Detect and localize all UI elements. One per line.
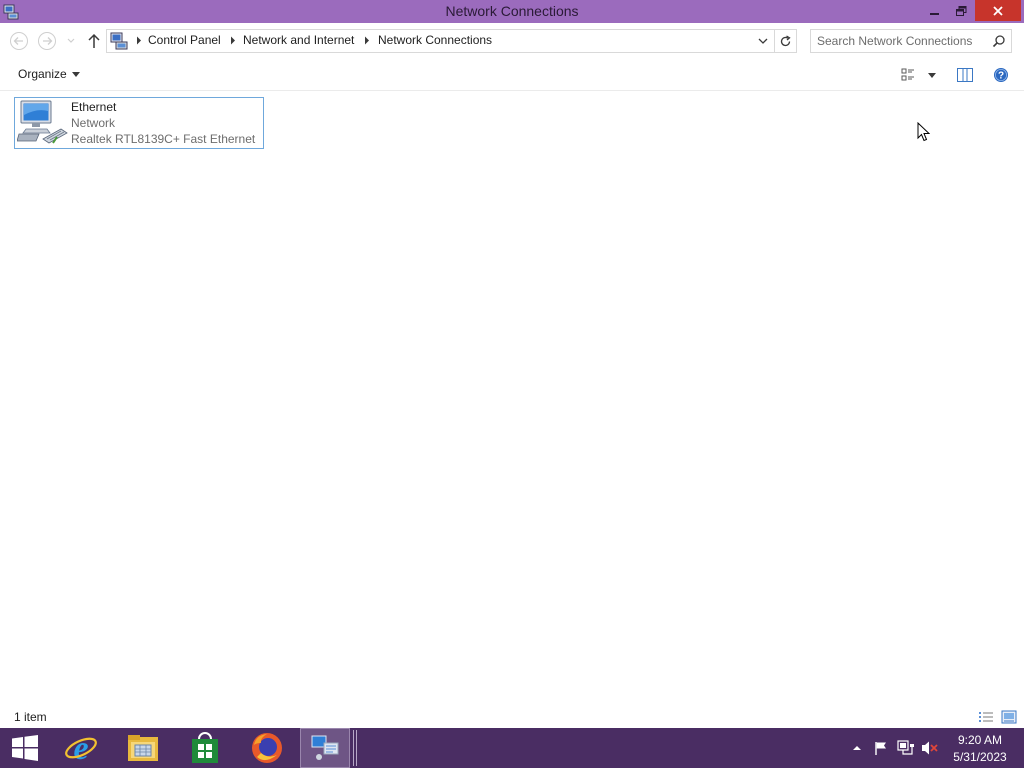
taskbar-network-connections[interactable] <box>300 728 350 768</box>
item-status: Network <box>71 116 116 130</box>
taskbar: e 9:20 AM 5/31/2023 <box>0 728 1024 768</box>
taskbar-internet-explorer[interactable]: e <box>57 728 105 768</box>
store-icon <box>192 732 218 763</box>
forward-arrow-icon <box>38 32 56 50</box>
taskbar-grip-icon <box>353 730 357 766</box>
network-connections-icon <box>311 735 339 760</box>
address-bar[interactable]: Control Panel Network and Internet Netwo… <box>106 29 775 53</box>
organize-label: Organize <box>18 67 67 81</box>
help-icon: ? <box>994 68 1008 82</box>
svg-text:?: ? <box>998 71 1004 82</box>
chevron-right-icon[interactable] <box>230 36 236 45</box>
close-button[interactable] <box>975 0 1021 21</box>
breadcrumb-network-connections[interactable]: Network Connections <box>378 33 492 47</box>
chevron-down-icon[interactable] <box>757 35 769 47</box>
organize-button[interactable]: Organize <box>12 64 86 84</box>
recent-locations-button[interactable] <box>65 31 77 51</box>
clock-time[interactable]: 9:20 AM <box>940 733 1020 747</box>
preview-pane-button[interactable] <box>955 65 975 85</box>
command-bar: Organize ? <box>0 59 1024 91</box>
refresh-icon <box>780 34 791 46</box>
network-connections-icon <box>110 32 128 50</box>
clock-date[interactable]: 5/31/2023 <box>940 750 1020 764</box>
forward-button[interactable] <box>37 31 57 51</box>
up-button[interactable] <box>85 31 103 51</box>
close-icon <box>993 5 1003 16</box>
internet-explorer-icon: e <box>65 731 97 765</box>
volume-muted-icon[interactable] <box>921 740 939 756</box>
chevron-right-icon[interactable] <box>136 36 142 45</box>
help-button[interactable]: ? <box>991 65 1011 85</box>
mouse-cursor-icon <box>917 122 930 142</box>
search-box[interactable] <box>810 29 1012 53</box>
start-button[interactable] <box>0 728 50 768</box>
file-list[interactable]: Ethernet Network Realtek RTL8139C+ Fast … <box>0 91 1024 705</box>
svg-text:e: e <box>73 731 88 765</box>
details-view-icon[interactable] <box>978 710 994 724</box>
refresh-button[interactable] <box>774 29 797 53</box>
ethernet-adapter-icon <box>17 100 68 144</box>
search-icon[interactable] <box>992 34 1006 48</box>
chevron-right-icon[interactable] <box>364 36 370 45</box>
title-bar[interactable]: Network Connections <box>0 0 1024 23</box>
back-button[interactable] <box>9 31 29 51</box>
status-bar: 1 item <box>0 706 1024 728</box>
search-input[interactable] <box>817 33 982 49</box>
breadcrumb-network-and-internet[interactable]: Network and Internet <box>243 33 354 47</box>
taskbar-file-explorer[interactable] <box>119 728 167 768</box>
network-icon[interactable] <box>897 740 915 756</box>
minimize-icon <box>929 12 939 15</box>
taskbar-store[interactable] <box>181 728 229 768</box>
chevron-down-icon <box>67 38 75 43</box>
large-icons-view-icon[interactable] <box>1001 709 1017 725</box>
chevron-down-icon <box>928 72 936 78</box>
up-arrow-icon <box>88 33 100 48</box>
preview-pane-icon <box>957 68 973 82</box>
item-device: Realtek RTL8139C+ Fast Ethernet ... <box>71 132 259 146</box>
window-title: Network Connections <box>445 3 579 19</box>
change-view-icon <box>901 68 914 81</box>
firefox-icon <box>252 733 282 763</box>
restore-icon <box>956 5 967 16</box>
item-count: 1 item <box>14 710 47 724</box>
change-view-button[interactable] <box>900 65 940 85</box>
minimize-button[interactable] <box>921 0 948 21</box>
windows-logo-icon <box>12 735 38 761</box>
item-name: Ethernet <box>71 100 117 114</box>
file-explorer-icon <box>128 735 158 761</box>
taskbar-firefox[interactable] <box>243 728 291 768</box>
back-arrow-icon <box>10 32 28 50</box>
action-center-flag-icon[interactable] <box>873 740 889 756</box>
breadcrumb-control-panel[interactable]: Control Panel <box>148 33 221 47</box>
ethernet-connection-item[interactable]: Ethernet Network Realtek RTL8139C+ Fast … <box>14 97 264 149</box>
show-hidden-icons-icon[interactable] <box>851 742 863 754</box>
navigation-bar: Control Panel Network and Internet Netwo… <box>0 23 1024 59</box>
restore-button[interactable] <box>948 0 975 21</box>
chevron-down-icon <box>71 71 80 77</box>
